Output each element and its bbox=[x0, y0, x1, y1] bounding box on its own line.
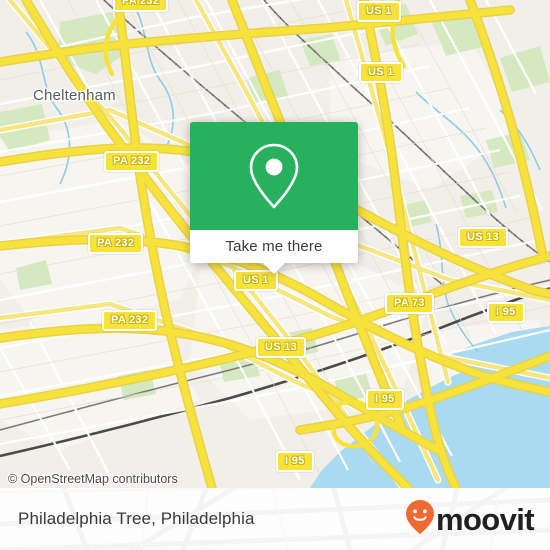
map-screenshot: Cheltenham PA 232 US 1 US 1 PA 232 PA 23… bbox=[0, 0, 550, 550]
popup-pointer-tip bbox=[263, 263, 285, 274]
popup-header bbox=[190, 122, 358, 230]
road-shield-pa-232-lower: PA 232 bbox=[102, 310, 158, 331]
place-label-cheltenham: Cheltenham bbox=[33, 87, 116, 104]
map-pin-icon bbox=[245, 141, 303, 211]
road-shield-pa-232-mid: PA 232 bbox=[88, 233, 144, 254]
popup-action-label: Take me there bbox=[225, 238, 323, 255]
road-shield-i-95-lower: I 95 bbox=[276, 451, 314, 472]
road-shield-pa-232-top: PA 232 bbox=[113, 0, 169, 12]
map-canvas[interactable]: Cheltenham PA 232 US 1 US 1 PA 232 PA 23… bbox=[0, 0, 550, 488]
road-shield-us-13-center: US 13 bbox=[256, 337, 307, 358]
road-shield-us-1-upper: US 1 bbox=[359, 62, 403, 83]
road-shield-i-95-right: I 95 bbox=[487, 302, 525, 323]
moovit-logo[interactable]: moovit bbox=[405, 499, 535, 540]
road-shield-pa-73: PA 73 bbox=[385, 293, 434, 314]
road-shield-pa-232-upper: PA 232 bbox=[104, 151, 160, 172]
footer-bar: Philadelphia Tree, Philadelphia moovit bbox=[0, 488, 550, 550]
road-shield-us-13-right: US 13 bbox=[458, 227, 509, 248]
location-popup-card[interactable]: Take me there bbox=[190, 122, 358, 274]
location-title: Philadelphia Tree, Philadelphia bbox=[18, 509, 255, 528]
moovit-smiley-pin-icon bbox=[405, 499, 435, 540]
road-shield-us-1-top: US 1 bbox=[357, 1, 401, 22]
road-shield-i-95-mid: I 95 bbox=[366, 389, 404, 410]
popup-action-button[interactable]: Take me there bbox=[190, 230, 358, 263]
moovit-wordmark: moovit bbox=[435, 501, 535, 537]
osm-attribution[interactable]: © OpenStreetMap contributors bbox=[8, 472, 178, 486]
